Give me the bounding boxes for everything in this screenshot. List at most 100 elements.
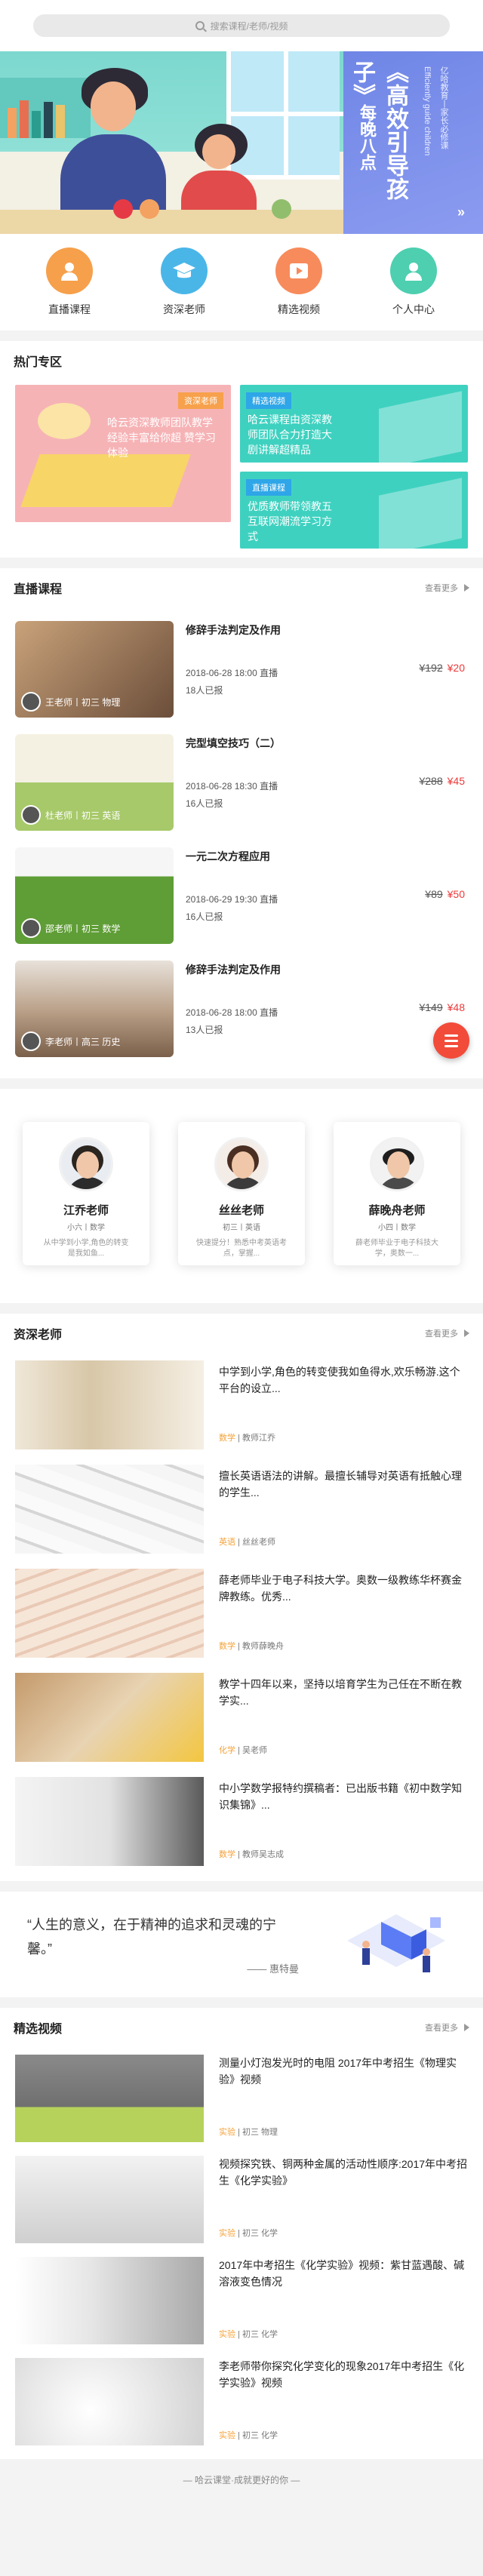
play-icon [275, 247, 322, 294]
course-title: 完型填空技巧（二） [186, 737, 281, 749]
hot-tag: 资深老师 [178, 392, 223, 409]
course-item[interactable]: 邵老师丨初三 数学 一元二次方程应用 2018-06-29 19:30 直播 1… [15, 837, 468, 950]
senior-section: 资深老师 查看更多 中学到小学,角色的转变使我如鱼得水,欢乐畅游.这个平台的设立… [0, 1314, 483, 1881]
quick-nav: 直播课程 资深老师 精选视频 个人中心 [0, 234, 483, 330]
triangle-right-icon [464, 1329, 469, 1337]
senior-teacher-item[interactable]: 教学十四年以来，坚持以培育学生为己任在不断在教学实... 化学 | 吴老师 [15, 1665, 468, 1769]
senior-thumbnail [15, 1569, 204, 1658]
banner-illustration [0, 51, 343, 234]
senior-meta: 数学 | 教师薛晚舟 [219, 1642, 284, 1651]
video-title: 李老师带你探究化学变化的现象2017年中考招生《化学实验》视频 [219, 2360, 465, 2389]
hot-card-text: 哈云课程由资深教师团队合力打造大剧讲解超精品 [248, 413, 332, 456]
video-meta: 实验 | 初三 物理 [219, 2128, 278, 2137]
nav-live-courses[interactable]: 直播课程 [24, 247, 115, 317]
quote-text: “人生的意义，在于精神的追求和灵魂的宁馨。” [27, 1917, 276, 1957]
video-title: 2017年中考招生《化学实验》视频：紫甘蓝遇酸、碱溶液变色情况 [219, 2259, 465, 2288]
video-item[interactable]: 视频探究铁、铜两种金属的活动性顺序:2017年中考招生《化学实验》 实验 | 初… [15, 2148, 468, 2249]
course-price: ¥288 ¥45 [419, 775, 465, 787]
hot-section: 热门专区 资深老师 哈云资深教师团队教学 经验丰富给你超 赞学习体验 精选视频 … [0, 341, 483, 558]
search-input[interactable]: 搜索课程/老师/视频 [33, 14, 450, 37]
course-enroll-count: 18人已报 [186, 685, 223, 696]
featured-teachers: 江乔老师 小六丨数学 从中学到小学,角色的转变是我如鱼... 丝丝老师 初三丨英… [0, 1089, 483, 1303]
teacher-card[interactable]: 江乔老师 小六丨数学 从中学到小学,角色的转变是我如鱼... [23, 1122, 149, 1265]
live-more-link[interactable]: 查看更多 [425, 582, 469, 594]
classroom-illustration [20, 454, 191, 507]
avatar [21, 918, 41, 938]
avatar [370, 1137, 424, 1191]
course-price: ¥89 ¥50 [425, 888, 465, 900]
teacher-name: 江乔老师 [63, 1204, 109, 1217]
nav-label: 精选视频 [278, 303, 320, 315]
teacher-card[interactable]: 丝丝老师 初三丨英语 快速提分！熟悉中考英语考点，掌握... [178, 1122, 305, 1265]
hot-card-teachers[interactable]: 资深老师 哈云资深教师团队教学 经验丰富给你超 赞学习体验 [15, 385, 231, 522]
video-item[interactable]: 李老师带你探究化学变化的现象2017年中考招生《化学实验》视频 实验 | 初三 … [15, 2350, 468, 2452]
senior-thumbnail [15, 1465, 204, 1554]
teacher-card[interactable]: 薛晚舟老师 小四丨数学 薛老师毕业于电子科技大学，奥数一... [334, 1122, 460, 1265]
video-title: 视频探究铁、铜两种金属的活动性顺序:2017年中考招生《化学实验》 [219, 2158, 468, 2187]
nav-senior-teachers[interactable]: 资深老师 [139, 247, 229, 317]
senior-thumbnail [15, 1673, 204, 1762]
course-thumbnail: 王老师丨初三 物理 [15, 621, 174, 718]
app-page: 搜索课程/老师/视频 每晚八点 《高效引导孩子》 Efficiently gui… [0, 0, 483, 2500]
senior-teacher-item[interactable]: 擅长英语语法的讲解。最擅长辅导对英语有抵触心理的学生... 英语 | 丝丝老师 [15, 1457, 468, 1561]
course-teacher: 邵老师丨初三 数学 [45, 923, 121, 934]
senior-section-title: 资深老师 [14, 1329, 63, 1342]
senior-teacher-item[interactable]: 薛老师毕业于电子科技大学。奥数一级教练华杯赛金牌教练。优秀... 数学 | 教师… [15, 1561, 468, 1665]
live-section: 直播课程 查看更多 王老师丨初三 物理 修辞手法判定及作用 2018-06-28… [0, 568, 483, 1078]
senior-meta: 英语 | 丝丝老师 [219, 1538, 275, 1547]
double-chevron-right-icon[interactable]: » [457, 204, 465, 220]
senior-meta: 化学 | 吴老师 [219, 1746, 267, 1755]
course-teacher: 杜老师丨初三 英语 [45, 810, 121, 821]
video-thumbnail [15, 2358, 204, 2445]
hot-card-text: 优质教师带领教五互联网潮流学习方式 [248, 500, 332, 543]
senior-desc: 中小学数学报特约撰稿者：已出版书籍《初中数学知识集锦》... [219, 1782, 462, 1811]
nav-personal-center[interactable]: 个人中心 [368, 247, 459, 317]
course-thumbnail: 邵老师丨初三 数学 [15, 847, 174, 944]
videos-more-link[interactable]: 查看更多 [425, 2021, 469, 2033]
user-icon [390, 247, 437, 294]
video-item[interactable]: 测量小灯泡发光时的电阻 2017年中考招生《物理实验》视频 实验 | 初三 物理 [15, 2047, 468, 2148]
senior-teacher-item[interactable]: 中小学数学报特约撰稿者：已出版书籍《初中数学知识集锦》... 数学 | 教师吴志… [15, 1769, 468, 1874]
avatar [21, 1031, 41, 1051]
course-price: ¥149 ¥48 [419, 1001, 465, 1013]
course-teacher: 王老师丨初三 物理 [45, 696, 121, 708]
video-item[interactable]: 2017年中考招生《化学实验》视频：紫甘蓝遇酸、碱溶液变色情况 实验 | 初三 … [15, 2249, 468, 2350]
hot-card-live[interactable]: 直播课程 优质教师带领教五互联网潮流学习方式 [240, 471, 468, 549]
course-title: 修辞手法判定及作用 [186, 964, 281, 976]
teacher-desc: 从中学到小学,角色的转变是我如鱼... [43, 1239, 129, 1258]
senior-thumbnail [15, 1360, 204, 1449]
hot-tag: 精选视频 [246, 392, 291, 409]
course-item[interactable]: 王老师丨初三 物理 修辞手法判定及作用 2018-06-28 18:00 直播 … [15, 610, 468, 724]
hot-tag: 直播课程 [246, 478, 291, 496]
isometric-illustration [347, 1914, 445, 1972]
senior-desc: 教学十四年以来，坚持以培育学生为己任在不断在教学实... [219, 1678, 462, 1707]
senior-desc: 擅长英语语法的讲解。最擅长辅导对英语有抵触心理的学生... [219, 1470, 462, 1499]
banner-title: 《高效引导孩子》 [349, 60, 408, 201]
video-meta: 实验 | 初三 化学 [219, 2330, 278, 2339]
course-item[interactable]: 杜老师丨初三 英语 完型填空技巧（二） 2018-06-28 18:30 直播 … [15, 724, 468, 837]
graduation-cap-icon [161, 247, 208, 294]
hot-section-title: 热门专区 [14, 356, 63, 369]
nav-featured-videos[interactable]: 精选视频 [254, 247, 344, 317]
quote-author: —— 惠特曼 [247, 1963, 299, 1975]
videos-section-title: 精选视频 [14, 2023, 63, 2036]
video-thumbnail [15, 2257, 204, 2344]
senior-more-link[interactable]: 查看更多 [425, 1327, 469, 1339]
senior-teacher-item[interactable]: 中学到小学,角色的转变使我如鱼得水,欢乐畅游.这个平台的设立... 数学 | 教… [15, 1353, 468, 1457]
hot-card-videos[interactable]: 精选视频 哈云课程由资深教师团队合力打造大剧讲解超精品 [240, 385, 468, 463]
hero-banner[interactable]: 每晚八点 《高效引导孩子》 Efficiently guide children… [0, 51, 483, 234]
teacher-desc: 快速提分！熟悉中考英语考点，掌握... [196, 1239, 287, 1258]
course-thumbnail: 李老师丨高三 历史 [15, 961, 174, 1057]
footer-slogan: — 哈云课堂·成就更好的你 — [0, 2459, 483, 2500]
course-enroll-count: 16人已报 [186, 911, 223, 922]
video-thumbnail [15, 2055, 204, 2142]
hot-card-illustration [379, 391, 462, 463]
live-section-title: 直播课程 [14, 583, 63, 596]
teacher-desc: 薛老师毕业于电子科技大学，奥数一... [355, 1239, 438, 1258]
teacher-meta: 小六丨数学 [67, 1224, 105, 1232]
course-item[interactable]: 李老师丨高三 历史 修辞手法判定及作用 2018-06-28 18:00 直播 … [15, 950, 468, 1063]
banner-time: 每晚八点 [358, 104, 377, 171]
menu-icon[interactable] [433, 1022, 469, 1059]
nav-label: 直播课程 [48, 303, 91, 315]
teacher-name: 丝丝老师 [218, 1204, 264, 1217]
